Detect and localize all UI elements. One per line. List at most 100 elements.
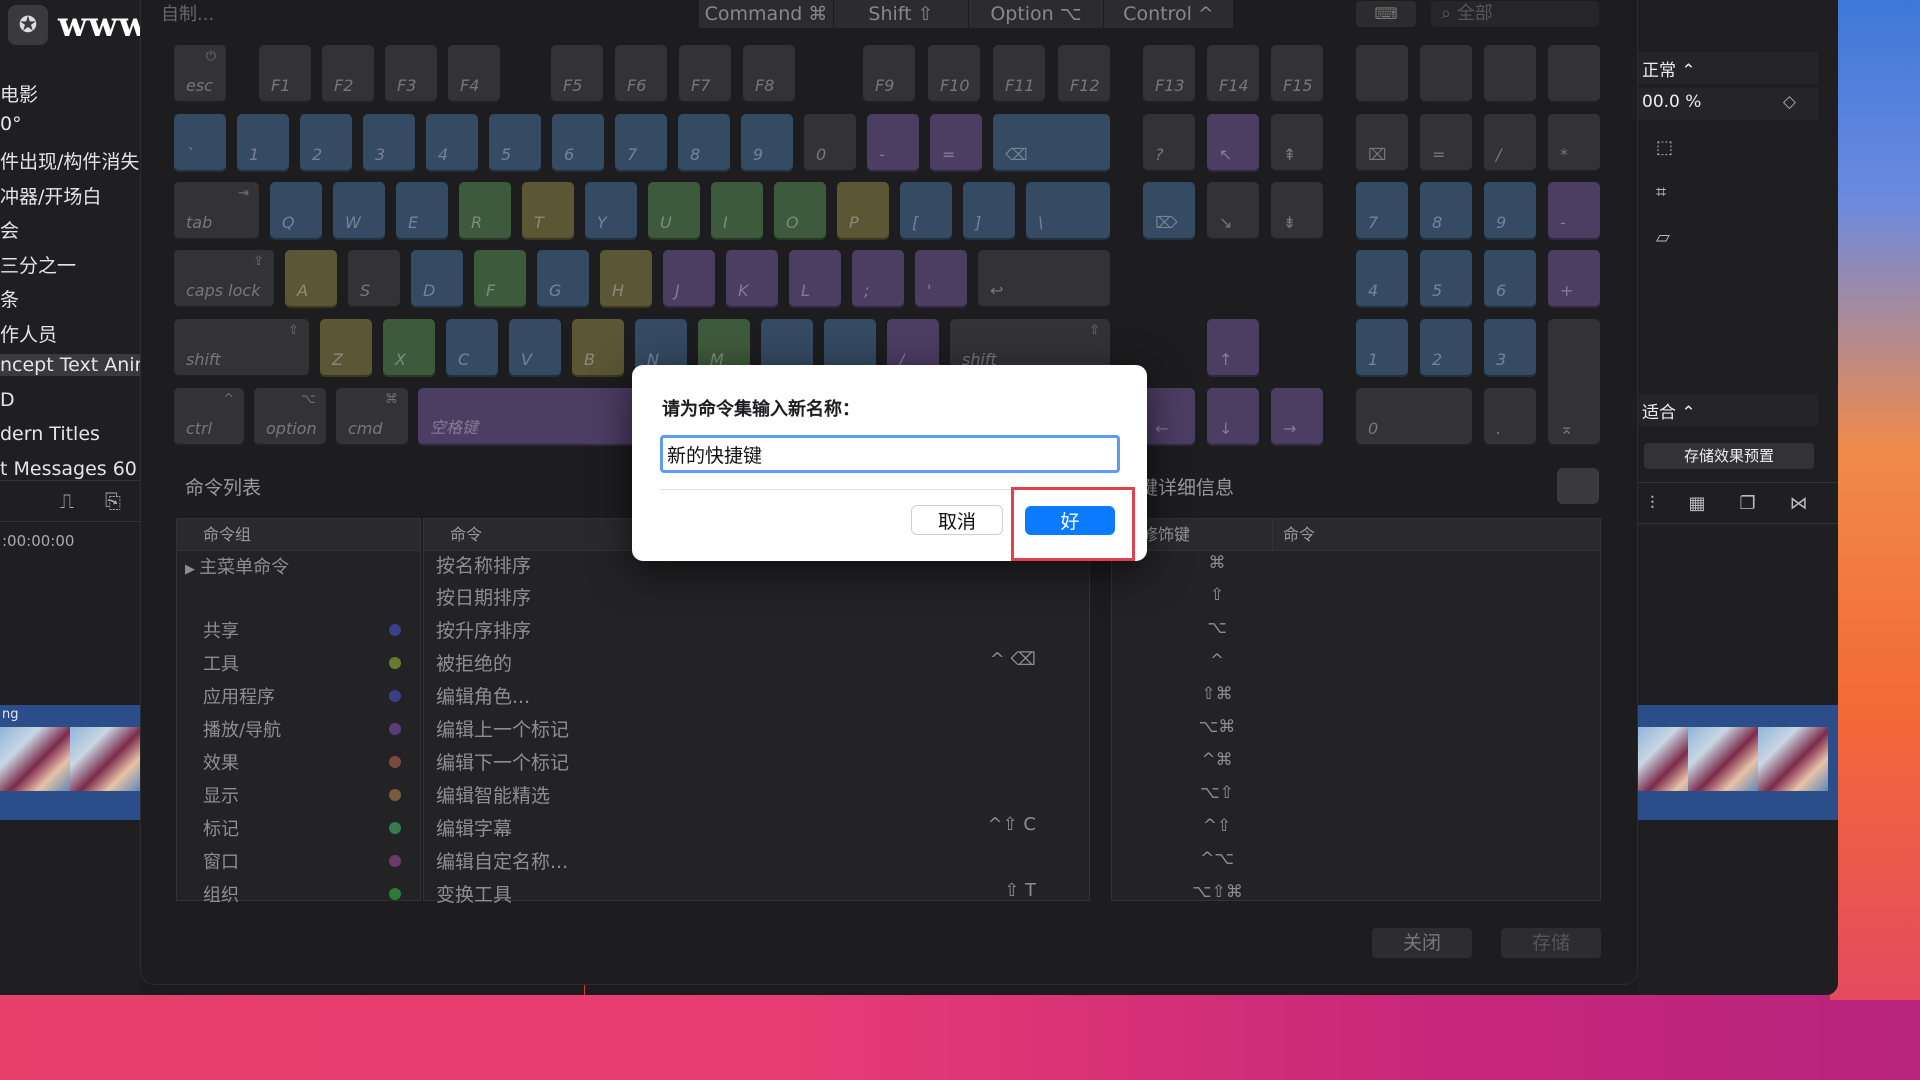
key-keypad-minus[interactable]: - <box>1548 182 1600 240</box>
key-caps-lock[interactable]: ⇪ caps lock <box>174 250 274 308</box>
key-0[interactable]: 0 <box>804 114 856 172</box>
key-r[interactable]: R <box>459 182 511 240</box>
modifier-row[interactable]: ^⇧ <box>1192 816 1242 836</box>
key-q[interactable]: Q <box>270 182 322 240</box>
key-f7[interactable]: F7 <box>679 45 731 103</box>
sidebar-item[interactable]: 件出现/构件消失 <box>0 147 139 174</box>
close-button[interactable]: 关闭 <box>1372 928 1472 958</box>
modifier-shift-button[interactable]: Shift ⇧ <box>834 0 969 28</box>
key-v[interactable]: V <box>509 319 561 377</box>
key-option[interactable]: ⌥ option <box>254 388 326 446</box>
command-set-name-input[interactable] <box>660 435 1120 473</box>
key-tab[interactable]: ⇥ tab <box>174 182 259 240</box>
key-2[interactable]: 2 <box>300 114 352 172</box>
key-f1[interactable]: F1 <box>259 45 311 103</box>
modifier-row[interactable]: ⌥⇧⌘ <box>1192 882 1243 902</box>
key-k[interactable]: K <box>726 250 778 308</box>
key-page-down[interactable]: ⇟ <box>1271 182 1323 240</box>
keyboard-highlight-icon[interactable]: ⌨ <box>1356 1 1416 27</box>
crop-icon[interactable]: ⌗ <box>1656 182 1678 203</box>
key-s[interactable]: S <box>348 250 400 308</box>
sidebar-item-selected[interactable]: ncept Text Anim <box>0 354 153 376</box>
group-item[interactable]: 播放/导航 <box>203 716 413 742</box>
key-cmd[interactable]: ⌘ cmd <box>336 388 408 446</box>
filmstrip-icon[interactable]: ▦ <box>1689 493 1706 514</box>
keyframe-icon[interactable]: ◇ <box>1783 92 1796 112</box>
key-keypad-8[interactable]: 8 <box>1420 182 1472 240</box>
key-keypad-enter[interactable]: ⌅ <box>1548 319 1600 446</box>
column-header-modifier[interactable]: 修饰键 <box>1142 519 1190 551</box>
search-field[interactable]: ⌕ 全部 <box>1431 1 1599 27</box>
modifier-command-button[interactable]: Command ⌘ <box>699 0 834 28</box>
key-c[interactable]: C <box>446 319 498 377</box>
key-right-bracket[interactable]: ] <box>963 182 1015 240</box>
transform-icon[interactable]: ⬚ <box>1656 137 1678 158</box>
key-f11[interactable]: F11 <box>993 45 1045 103</box>
key-f2[interactable]: F2 <box>322 45 374 103</box>
group-item[interactable]: 共享 <box>203 617 413 643</box>
key-ctrl[interactable]: ^ ctrl <box>174 388 244 446</box>
append-clip-icon[interactable]: ⎍ <box>60 489 74 513</box>
key-keypad-3[interactable]: 3 <box>1484 319 1536 377</box>
key-u[interactable]: U <box>648 182 700 240</box>
key-arrow-up[interactable]: ↑ <box>1207 319 1259 377</box>
key-t[interactable]: T <box>522 182 574 240</box>
key-o[interactable]: O <box>774 182 826 240</box>
timeline-clip[interactable] <box>1638 705 1838 820</box>
key-arrow-down[interactable]: ↓ <box>1207 388 1259 446</box>
sidebar-item[interactable]: 电影 <box>0 80 38 107</box>
sidebar-item[interactable]: 会 <box>0 216 19 243</box>
command-row[interactable]: 编辑智能精选 <box>436 781 1076 808</box>
audio-skimming-icon[interactable]: ⫶ <box>1650 493 1655 514</box>
key-6[interactable]: 6 <box>552 114 604 172</box>
key-backslash[interactable]: \ <box>1026 182 1110 240</box>
key-x[interactable]: X <box>383 319 435 377</box>
key-keypad-5[interactable]: 5 <box>1420 250 1472 308</box>
column-header-command-group[interactable]: 命令组 <box>177 519 420 551</box>
key-1[interactable]: 1 <box>237 114 289 172</box>
command-row[interactable]: 被拒绝的 ^ ⌫ <box>436 649 1076 676</box>
modifier-control-button[interactable]: Control ^ <box>1104 0 1234 28</box>
sidebar-item[interactable]: t Messages 60 <box>0 458 137 480</box>
disclosure-triangle-icon[interactable]: ▶ <box>185 562 199 577</box>
key-keypad-7[interactable]: 7 <box>1356 182 1408 240</box>
key-keypad-decimal[interactable]: . <box>1484 388 1536 446</box>
key-keypad-4[interactable]: 4 <box>1356 250 1408 308</box>
key-4[interactable]: 4 <box>426 114 478 172</box>
key-end[interactable]: ↘ <box>1207 182 1259 240</box>
modifier-row[interactable]: ⇧ <box>1192 585 1242 605</box>
key-f12[interactable]: F12 <box>1058 45 1110 103</box>
distort-icon[interactable]: ▱ <box>1656 227 1678 248</box>
sidebar-item[interactable]: 作人员 <box>0 320 57 347</box>
modifier-option-button[interactable]: Option ⌥ <box>969 0 1104 28</box>
group-item[interactable]: 工具 <box>203 650 413 676</box>
key-9[interactable]: 9 <box>741 114 793 172</box>
key-keypad-1[interactable]: 1 <box>1356 319 1408 377</box>
key-keypad-clear[interactable]: ⌧ <box>1356 114 1408 172</box>
key-keypad-6[interactable]: 6 <box>1484 250 1536 308</box>
key-keypad-multiply[interactable]: * <box>1548 114 1600 172</box>
group-item-main-menu[interactable]: ▶ 主菜单命令 <box>185 553 395 579</box>
modifier-row[interactable]: ^⌥ <box>1192 849 1242 869</box>
sidebar-item[interactable]: dern Titles <box>0 423 100 445</box>
key-a[interactable]: A <box>285 250 337 308</box>
key-f9[interactable]: F9 <box>863 45 915 103</box>
key-home[interactable]: ↖ <box>1207 114 1259 172</box>
key-volume-mute[interactable] <box>1356 45 1408 103</box>
modifier-row[interactable]: ^⌘ <box>1192 750 1242 770</box>
key-b[interactable]: B <box>572 319 624 377</box>
opacity-field[interactable]: 00.0 % ◇ <box>1638 88 1818 120</box>
key-return[interactable]: ↩ <box>978 250 1110 308</box>
key-8[interactable]: 8 <box>678 114 730 172</box>
key-f13[interactable]: F13 <box>1143 45 1195 103</box>
modifier-row[interactable]: ⌥⌘ <box>1192 717 1242 737</box>
key-g[interactable]: G <box>537 250 589 308</box>
key-backtick[interactable]: ` <box>174 114 226 172</box>
key-f[interactable]: F <box>474 250 526 308</box>
key-f6[interactable]: F6 <box>615 45 667 103</box>
clip-appearance-icon[interactable]: ❐ <box>1740 493 1756 514</box>
modifier-row[interactable]: ⌥⇧ <box>1192 783 1242 803</box>
key-z[interactable]: Z <box>320 319 372 377</box>
group-item[interactable]: 组织 <box>203 881 413 907</box>
key-volume-up[interactable] <box>1484 45 1536 103</box>
